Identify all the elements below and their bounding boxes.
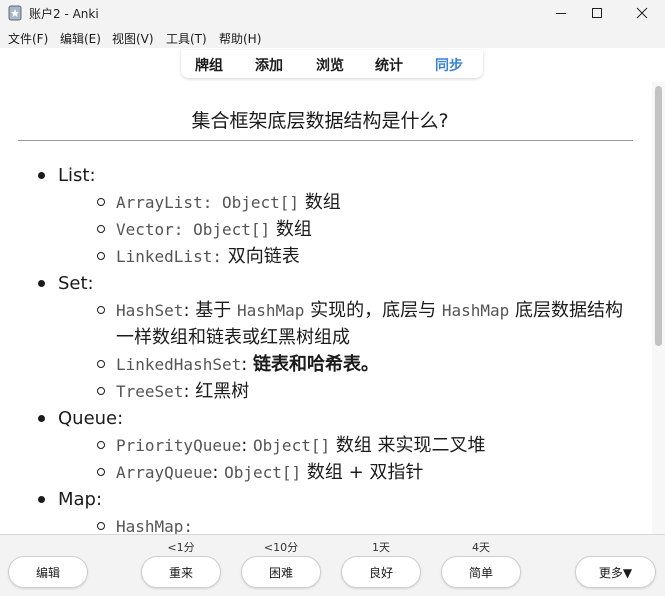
menu-edit[interactable]: 编辑(E) (60, 30, 101, 47)
list-item-set: Set: HashSet: 基于 HashMap 实现的，底层与 HashMap… (38, 270, 640, 405)
main-toolbar: 牌组 添加 浏览 统计 同步 (181, 50, 483, 78)
toolbar-add[interactable]: 添加 (255, 55, 283, 75)
hard-interval: <10分 (263, 541, 299, 554)
close-button[interactable] (622, 0, 662, 26)
list-item: PriorityQueue: Object[] 数组 来实现二叉堆 (97, 432, 640, 459)
good-interval: 1天 (372, 541, 390, 554)
menu-view[interactable]: 视图(V) (112, 30, 154, 47)
toolbar-stats[interactable]: 统计 (375, 55, 403, 75)
close-icon (636, 7, 648, 19)
list-item: HashSet: 基于 HashMap 实现的，底层与 HashMap 底层数据… (97, 297, 640, 351)
easy-button[interactable]: 简单 (441, 556, 521, 588)
scrollbar-thumb[interactable] (655, 86, 662, 346)
window-title: 账户2 - Anki (29, 7, 99, 21)
card-question: 集合框架底层数据结构是什么? (191, 110, 449, 132)
toolbar-browse[interactable]: 浏览 (316, 55, 344, 75)
menu-bar: 文件(F) 编辑(E) 视图(V) 工具(T) 帮助(H) (0, 26, 665, 48)
list-item: LinkedList: 双向链表 (97, 243, 640, 270)
list-item-queue: Queue: PriorityQueue: Object[] 数组 来实现二叉堆… (38, 405, 640, 486)
good-button[interactable]: 良好 (341, 556, 421, 588)
hard-button[interactable]: 困难 (241, 556, 321, 588)
menu-tools[interactable]: 工具(T) (166, 30, 207, 47)
card-view: 集合框架底层数据结构是什么? List: ArrayList: Object[]… (0, 82, 652, 534)
easy-interval: 4天 (472, 541, 490, 554)
again-interval: <1分 (167, 541, 195, 554)
list-item: ArrayQueue: Object[] 数组 + 双指针 (97, 459, 640, 486)
list-item: TreeSet: 红黑树 (97, 378, 640, 405)
menu-file[interactable]: 文件(F) (8, 30, 48, 47)
list-item: Vector: Object[] 数组 (97, 216, 640, 243)
anki-app-icon (8, 5, 22, 21)
menu-help[interactable]: 帮助(H) (219, 30, 261, 47)
again-button[interactable]: 重来 (141, 556, 221, 588)
answer-bar: 编辑 <1分 重来 <10分 困难 1天 良好 4天 简单 更多▼ (0, 534, 665, 596)
list-item: HashMap: (97, 513, 640, 534)
list-item: ArrayList: Object[] 数组 (97, 189, 640, 216)
maximize-button[interactable] (577, 0, 617, 26)
more-button[interactable]: 更多▼ (575, 556, 656, 588)
title-bar: 账户2 - Anki (0, 0, 665, 26)
answer-divider (18, 140, 633, 141)
minimize-icon (556, 13, 566, 14)
list-item: LinkedHashSet: 链表和哈希表。 (97, 351, 640, 378)
card-answer: List: ArrayList: Object[] 数组 Vector: Obj… (0, 162, 640, 534)
list-item-map: Map: HashMap: (38, 486, 640, 534)
edit-button[interactable]: 编辑 (8, 556, 88, 588)
toolbar-decks[interactable]: 牌组 (195, 55, 223, 75)
maximize-icon (592, 8, 602, 18)
minimize-button[interactable] (541, 0, 581, 26)
toolbar-sync[interactable]: 同步 (435, 55, 463, 75)
list-item-list: List: ArrayList: Object[] 数组 Vector: Obj… (38, 162, 640, 270)
